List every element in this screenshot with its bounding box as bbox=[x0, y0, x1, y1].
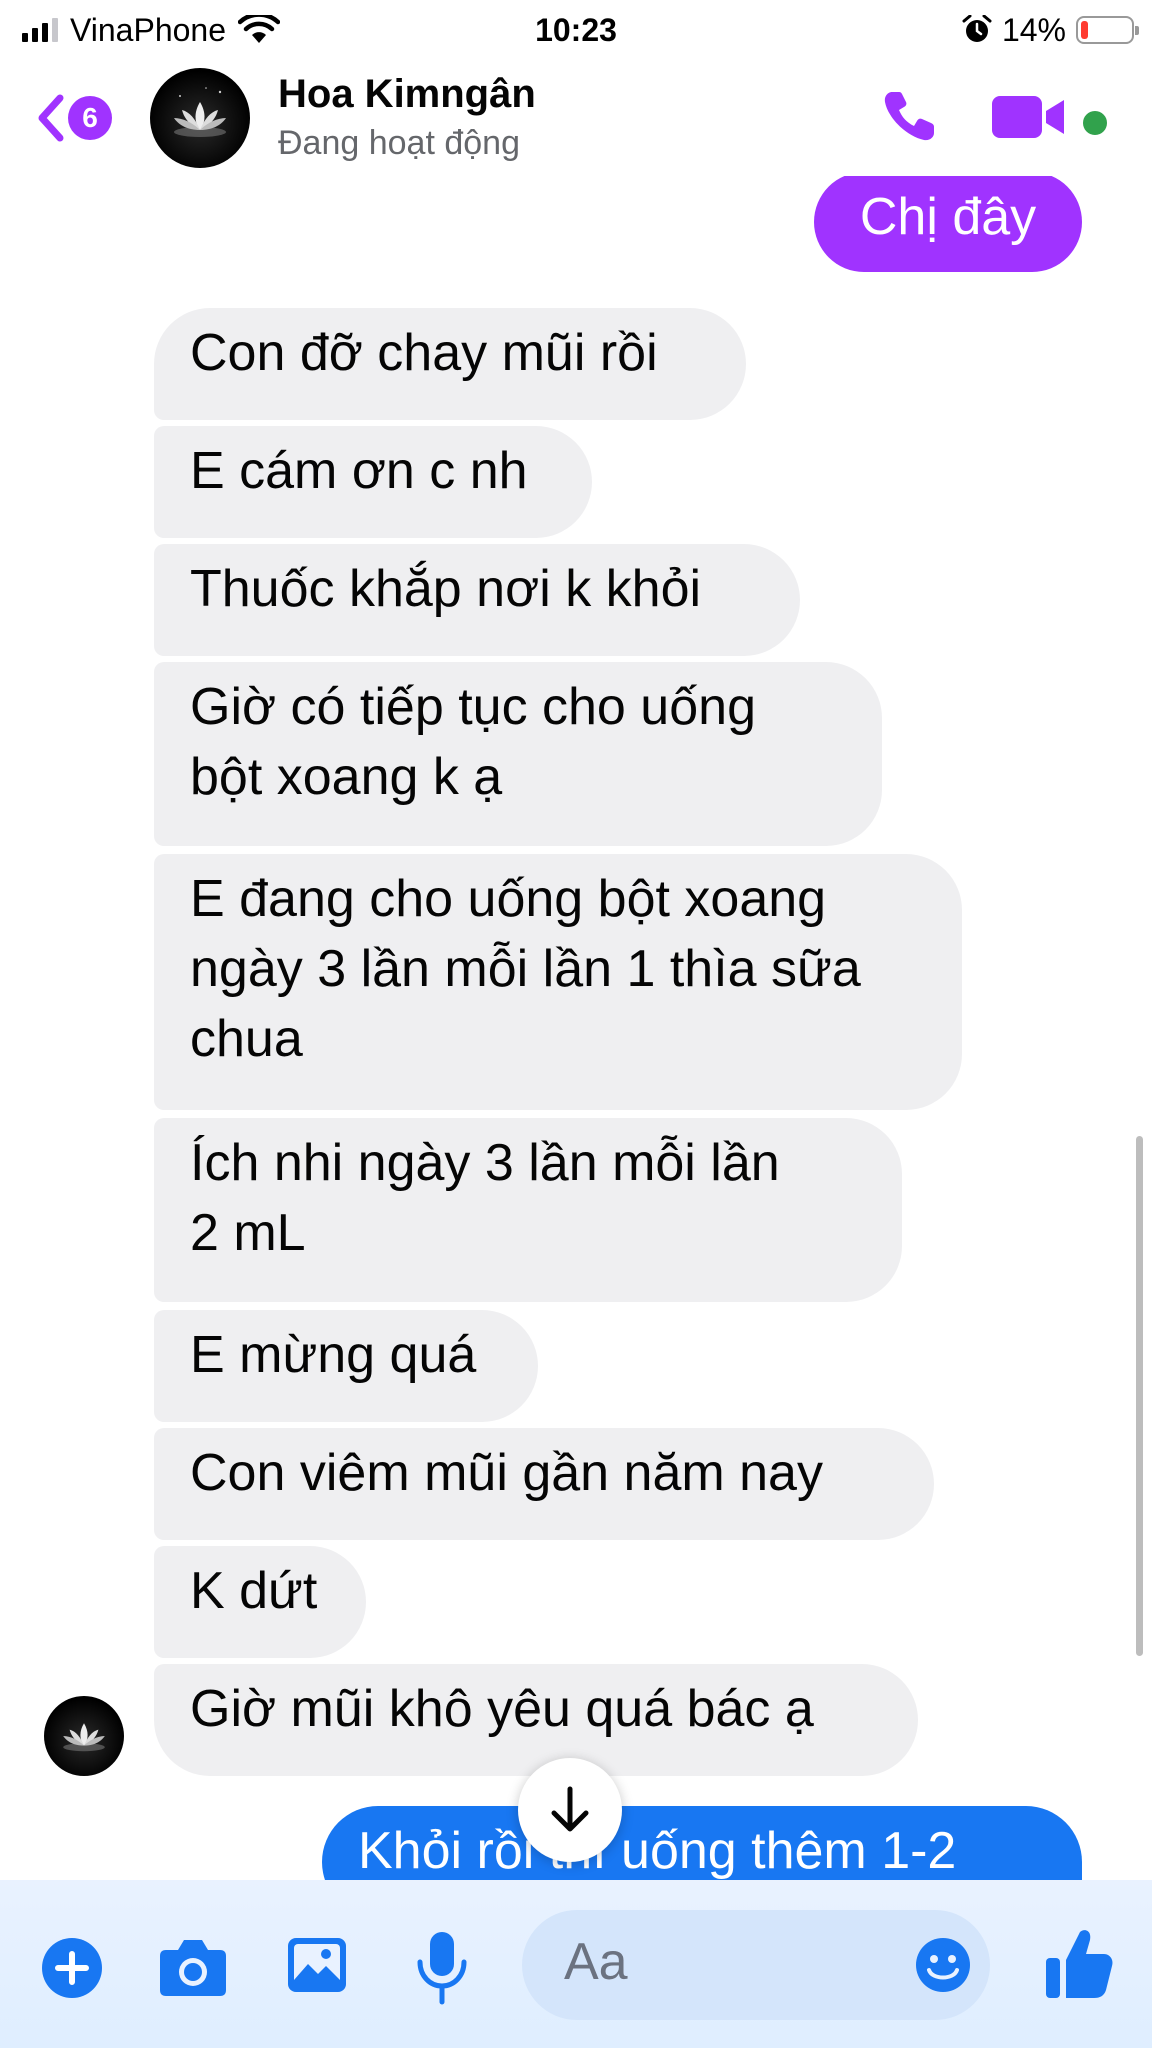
message-bubble-incoming[interactable]: Giờ có tiếp tục cho uống bột xoang k ạ bbox=[154, 662, 882, 846]
alarm-icon bbox=[962, 15, 992, 42]
message-text-line: chua bbox=[190, 1010, 303, 1068]
message-text: Giờ mũi khô yêu quá bác ạ bbox=[190, 1680, 814, 1738]
scrollbar[interactable] bbox=[1136, 1136, 1143, 1656]
phone-icon[interactable] bbox=[878, 84, 942, 148]
arrow-down-icon bbox=[551, 1786, 589, 1832]
message-text-line: ngày 3 lần mỗi lần 1 thìa sữa bbox=[190, 940, 861, 998]
message-input[interactable]: Aa bbox=[522, 1910, 990, 2020]
message-text: Khỏi rồi thì uống thêm 1-2 bbox=[358, 1822, 957, 1880]
message-bubble-incoming[interactable]: E đang cho uống bột xoang ngày 3 lần mỗi… bbox=[154, 854, 962, 1110]
scroll-to-bottom-button[interactable] bbox=[518, 1758, 622, 1862]
message-text-line: 2 mL bbox=[190, 1204, 306, 1262]
contact-name[interactable]: Hoa Kimngân bbox=[278, 72, 536, 117]
message-text: Con viêm mũi gần năm nay bbox=[190, 1444, 823, 1502]
back-chevron-icon bbox=[38, 94, 64, 142]
message-text: Con đỡ chay mũi rồi bbox=[190, 324, 658, 382]
message-bubble-incoming[interactable]: E cám ơn c nh bbox=[154, 426, 592, 538]
unread-count-badge: 6 bbox=[68, 96, 112, 140]
lotus-avatar-image bbox=[174, 87, 226, 137]
message-bubble-incoming[interactable]: Con viêm mũi gần năm nay bbox=[154, 1428, 934, 1540]
message-bubble-outgoing[interactable]: Chị đây bbox=[814, 176, 1082, 272]
message-bubble-incoming[interactable]: Ích nhi ngày 3 lần mỗi lần 2 mL bbox=[154, 1118, 902, 1302]
status-bar: VinaPhone 10:23 14% bbox=[0, 0, 1152, 60]
message-bubble-incoming[interactable]: E mừng quá bbox=[154, 1310, 538, 1422]
message-text: Thuốc khắp nơi k khỏi bbox=[190, 560, 702, 618]
message-composer: Aa bbox=[0, 1880, 1152, 2048]
message-text-line: E đang cho uống bột xoang bbox=[190, 870, 827, 928]
battery-icon bbox=[1076, 16, 1139, 44]
message-text: Chị đây bbox=[859, 188, 1037, 246]
battery-percentage: 14% bbox=[1001, 11, 1066, 48]
battery-level-fill bbox=[1081, 21, 1088, 39]
message-text: E mừng quá bbox=[190, 1326, 477, 1384]
conversation-header: 6 Hoa Kimngân Đang hoạt động bbox=[0, 60, 1152, 176]
lotus-avatar-image bbox=[63, 1723, 105, 1752]
image-icon[interactable] bbox=[284, 1934, 350, 1996]
thumbs-up-icon[interactable] bbox=[1044, 1926, 1114, 2002]
emoji-icon[interactable] bbox=[914, 1936, 972, 1994]
back-button[interactable]: 6 bbox=[34, 86, 112, 150]
camera-icon[interactable] bbox=[158, 1936, 228, 1998]
message-bubble-incoming[interactable]: Con đỡ chay mũi rồi bbox=[154, 308, 746, 420]
active-status: Đang hoạt động bbox=[278, 124, 520, 162]
message-list[interactable]: Chị đây Con đỡ chay mũi rồi E cám ơn c n… bbox=[0, 176, 1152, 1880]
message-bubble-incoming[interactable]: K dứt bbox=[154, 1546, 366, 1658]
message-text: K dứt bbox=[190, 1562, 318, 1620]
video-camera-icon[interactable] bbox=[990, 92, 1068, 142]
message-text-line: Ích nhi ngày 3 lần mỗi lần bbox=[190, 1134, 780, 1192]
plus-icon[interactable] bbox=[40, 1936, 104, 2000]
contact-avatar[interactable] bbox=[150, 68, 250, 168]
message-bubble-incoming[interactable]: Giờ mũi khô yêu quá bác ạ bbox=[154, 1664, 918, 1776]
message-input-placeholder: Aa bbox=[564, 1933, 628, 1991]
message-text-line: bột xoang k ạ bbox=[190, 748, 503, 806]
message-text-line: Giờ có tiếp tục cho uống bbox=[190, 678, 756, 736]
message-text: E cám ơn c nh bbox=[190, 442, 528, 500]
online-indicator bbox=[1080, 108, 1110, 138]
message-bubble-incoming[interactable]: Thuốc khắp nơi k khỏi bbox=[154, 544, 800, 656]
sender-avatar[interactable] bbox=[44, 1696, 124, 1776]
microphone-icon[interactable] bbox=[414, 1930, 470, 2006]
message-bubble-outgoing[interactable]: Khỏi rồi thì uống thêm 1-2 bbox=[322, 1806, 1082, 1880]
status-bar-right: 14% bbox=[962, 10, 1139, 50]
